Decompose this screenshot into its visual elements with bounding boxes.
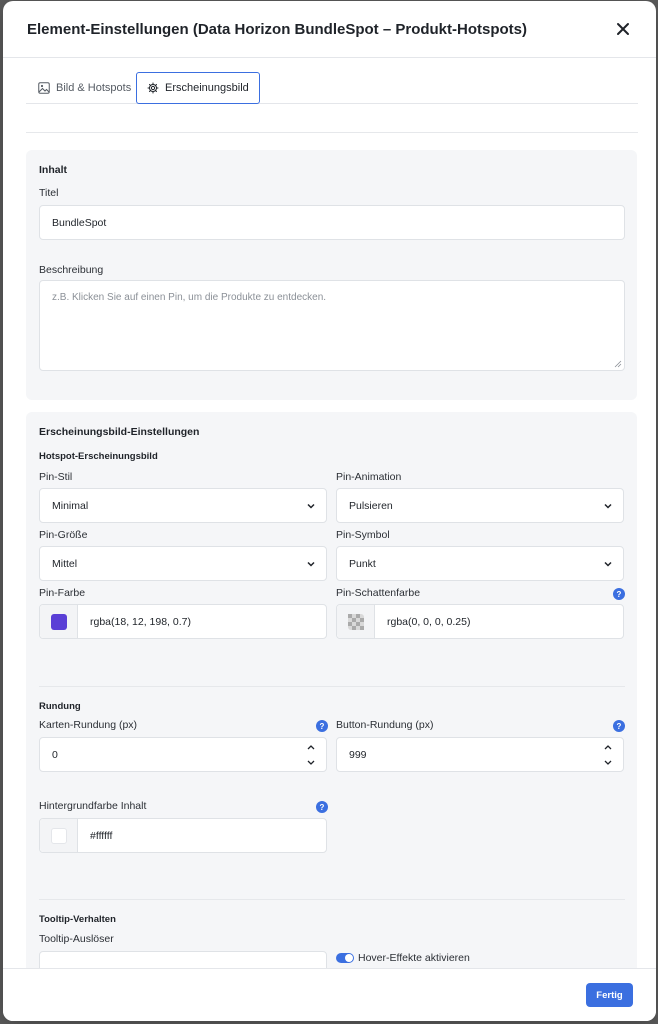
chevron-down-icon: [307, 561, 315, 567]
pin-shadow-field[interactable]: rgba(0, 0, 0, 0.25): [336, 604, 624, 639]
chevron-down-icon: [604, 503, 612, 509]
pin-color-swatch: [50, 613, 67, 630]
image-icon: [38, 82, 50, 94]
tab-appearance[interactable]: Erscheinungsbild: [136, 72, 260, 104]
description-placeholder: z.B. Klicken Sie auf einen Pin, um die P…: [52, 292, 327, 303]
pin-color-field[interactable]: rgba(18, 12, 198, 0.7): [39, 604, 327, 639]
bg-color-picker[interactable]: [40, 819, 78, 852]
pin-color-value: rgba(18, 12, 198, 0.7): [90, 615, 191, 628]
rounding-heading: Rundung: [39, 701, 81, 712]
dialog-header: Element-Einstellungen (Data Horizon Bund…: [3, 1, 656, 58]
pin-shadow-value: rgba(0, 0, 0, 0.25): [387, 615, 471, 628]
pin-shadow-picker[interactable]: [337, 605, 375, 638]
tab-label: Erscheinungsbild: [165, 82, 249, 94]
pin-color-picker[interactable]: [40, 605, 78, 638]
pin-style-label: Pin-Stil: [39, 471, 73, 483]
title-input[interactable]: BundleSpot: [39, 205, 625, 240]
pin-size-value: Mittel: [52, 557, 78, 570]
tab-label: Bild & Hotspots: [56, 82, 132, 94]
divider: [39, 686, 625, 687]
settings-dialog: Element-Einstellungen (Data Horizon Bund…: [3, 1, 656, 1021]
divider: [26, 132, 638, 133]
bg-color-swatch: [50, 827, 67, 844]
content-card: Inhalt Titel BundleSpot Beschreibung z.B…: [26, 150, 637, 400]
button-radius-value: 999: [349, 748, 367, 761]
appearance-card: Erscheinungsbild-Einstellungen Hotspot-E…: [26, 412, 637, 992]
tooltip-heading: Tooltip-Verhalten: [39, 914, 116, 925]
help-icon[interactable]: ?: [316, 720, 328, 732]
appearance-heading: Erscheinungsbild-Einstellungen: [39, 426, 200, 438]
pin-animation-value: Pulsieren: [349, 499, 393, 512]
help-icon[interactable]: ?: [316, 801, 328, 813]
bg-color-label: Hintergrundfarbe Inhalt: [39, 800, 147, 812]
pin-style-select[interactable]: Minimal: [39, 488, 327, 523]
title-label: Titel: [39, 187, 59, 199]
resize-grip-icon[interactable]: [614, 360, 622, 368]
bg-color-field[interactable]: #ffffff: [39, 818, 327, 853]
pin-size-select[interactable]: Mittel: [39, 546, 327, 581]
bg-color-value: #ffffff: [90, 829, 113, 842]
pin-animation-label: Pin-Animation: [336, 471, 402, 483]
tooltip-trigger-label: Tooltip-Auslöser: [39, 933, 114, 945]
description-textarea[interactable]: z.B. Klicken Sie auf einen Pin, um die P…: [39, 280, 625, 371]
button-radius-input[interactable]: 999: [336, 737, 624, 772]
pin-symbol-value: Punkt: [349, 557, 376, 570]
pin-style-value: Minimal: [52, 499, 89, 512]
dialog-footer: Fertig: [3, 968, 656, 1021]
divider: [39, 899, 625, 900]
help-icon[interactable]: ?: [613, 720, 625, 732]
description-label: Beschreibung: [39, 264, 104, 276]
pin-shadow-label: Pin-Schattenfarbe: [336, 587, 421, 599]
hover-effects-toggle[interactable]: [336, 953, 354, 963]
pin-animation-select[interactable]: Pulsieren: [336, 488, 624, 523]
pin-size-label: Pin-Größe: [39, 529, 88, 541]
hotspot-heading: Hotspot-Erscheinungsbild: [39, 451, 158, 462]
pin-symbol-label: Pin-Symbol: [336, 529, 390, 541]
pin-symbol-select[interactable]: Punkt: [336, 546, 624, 581]
chevron-down-icon: [604, 561, 612, 567]
hover-effects-label: Hover-Effekte aktivieren: [358, 952, 470, 964]
done-button[interactable]: Fertig: [586, 983, 633, 1007]
chevron-down-icon: [307, 503, 315, 509]
pin-color-label: Pin-Farbe: [39, 587, 86, 599]
stepper-arrows-icon[interactable]: [306, 742, 316, 768]
card-radius-label: Karten-Rundung (px): [39, 719, 138, 731]
pin-shadow-swatch: [347, 613, 364, 630]
card-radius-value: 0: [52, 748, 58, 761]
stepper-arrows-icon[interactable]: [603, 742, 613, 768]
tab-image-hotspots[interactable]: Bild & Hotspots: [28, 72, 141, 104]
button-radius-label: Button-Rundung (px): [336, 719, 434, 731]
tab-bar: Bild & Hotspots Erscheinungsbild: [26, 72, 638, 104]
card-radius-input[interactable]: 0: [39, 737, 327, 772]
dialog-title: Element-Einstellungen (Data Horizon Bund…: [27, 21, 528, 38]
gear-icon: [147, 82, 159, 94]
help-icon[interactable]: ?: [613, 588, 625, 600]
close-icon[interactable]: [614, 20, 632, 38]
content-heading: Inhalt: [39, 164, 67, 176]
